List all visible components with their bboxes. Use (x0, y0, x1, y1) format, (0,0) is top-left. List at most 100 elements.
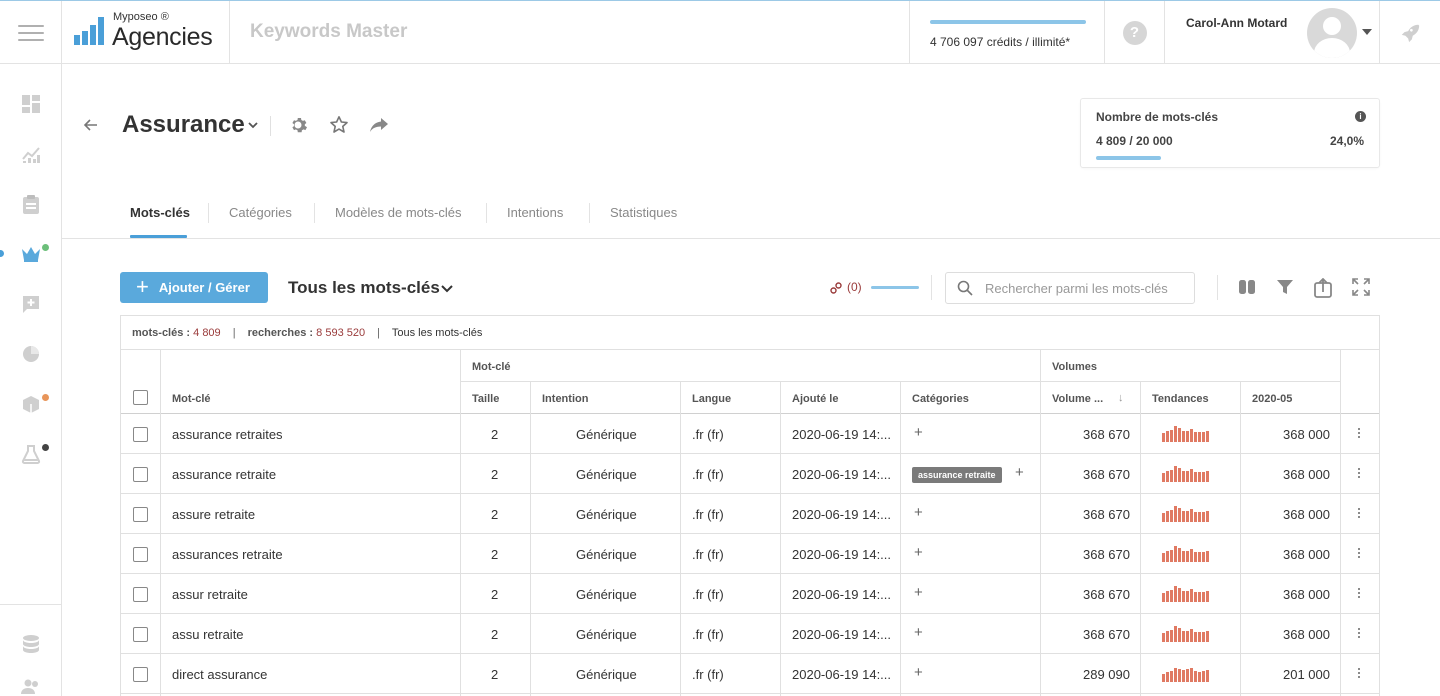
sidebar-item-users[interactable] (0, 674, 61, 696)
tab-bar: Mots-clés Catégories Modèles de mots-clé… (62, 190, 1440, 239)
intent-cell[interactable]: Générique (576, 467, 637, 482)
row-menu-button[interactable] (1358, 468, 1360, 478)
row-menu-button[interactable] (1358, 668, 1360, 678)
tab-divider (589, 203, 590, 223)
tab-categories[interactable]: Catégories (229, 205, 292, 220)
col-header-added[interactable]: Ajouté le (792, 393, 838, 405)
summary-keywords-label: mots-clés : (132, 327, 191, 339)
select-all-checkbox[interactable] (133, 390, 148, 405)
keyword-cell[interactable]: assur retraite (172, 587, 248, 602)
sidebar (0, 64, 62, 696)
add-category-button[interactable]: + (914, 624, 923, 641)
chevron-down-icon[interactable] (440, 284, 454, 293)
search-input[interactable] (985, 279, 1185, 297)
row-checkbox[interactable] (133, 547, 148, 562)
row-menu-button[interactable] (1358, 548, 1360, 558)
add-manage-button[interactable]: + Ajouter / Gérer (120, 272, 268, 303)
help-button[interactable]: ? (1105, 1, 1165, 64)
intent-cell[interactable]: Générique (576, 547, 637, 562)
col-header-volume[interactable]: Volume ... (1052, 393, 1103, 405)
sidebar-item-add-report[interactable] (0, 292, 61, 316)
avatar[interactable] (1307, 8, 1357, 58)
sidebar-item-dashboard[interactable] (0, 92, 61, 116)
sidebar-item-database[interactable] (0, 632, 61, 656)
col-header-trends[interactable]: Tendances (1152, 393, 1209, 405)
trend-bar (1178, 669, 1181, 682)
col-header-size[interactable]: Taille (472, 393, 499, 405)
row-menu-button[interactable] (1358, 628, 1360, 638)
keyword-cell[interactable]: assu retraite (172, 627, 244, 642)
user-menu[interactable]: Carol-Ann Motard (1165, 1, 1380, 64)
month-volume-cell: 368 000 (1283, 587, 1330, 602)
trend-bar (1170, 630, 1173, 642)
tab-keywords[interactable]: Mots-clés (130, 205, 190, 220)
trend-bar (1182, 591, 1185, 602)
rocket-button[interactable] (1380, 1, 1440, 64)
keyword-cell[interactable]: assurances retraite (172, 547, 283, 562)
category-badge[interactable]: assurance retraite (912, 467, 1002, 483)
sidebar-item-analytics[interactable] (0, 142, 61, 166)
col-divider (1140, 381, 1141, 696)
back-arrow-icon[interactable] (83, 117, 99, 133)
tab-intents[interactable]: Intentions (507, 205, 563, 220)
keyword-search[interactable] (945, 272, 1195, 304)
sidebar-item-share-of-voice[interactable] (0, 342, 61, 366)
user-name: Carol-Ann Motard (1186, 16, 1288, 30)
gear-icon[interactable] (288, 115, 308, 135)
sort-desc-icon[interactable]: ↓ (1118, 392, 1124, 404)
row-checkbox[interactable] (133, 427, 148, 442)
links-progress-bar (871, 286, 919, 289)
add-category-button[interactable]: + (914, 584, 923, 601)
col-header-categories[interactable]: Catégories (912, 393, 969, 405)
info-icon[interactable]: i (1355, 111, 1366, 122)
tab-statistics[interactable]: Statistiques (610, 205, 677, 220)
size-cell: 2 (491, 427, 499, 442)
col-header-keyword[interactable]: Mot-clé (172, 393, 211, 405)
fullscreen-icon[interactable] (1352, 278, 1370, 296)
columns-icon[interactable] (1238, 278, 1256, 296)
keyword-cell[interactable]: assurance retraites (172, 427, 283, 442)
add-category-button[interactable]: + (914, 544, 923, 561)
intent-cell[interactable]: Générique (576, 427, 637, 442)
col-header-language[interactable]: Langue (692, 393, 731, 405)
trend-bar (1182, 551, 1185, 562)
keyword-cell[interactable]: direct assurance (172, 667, 267, 682)
row-checkbox[interactable] (133, 587, 148, 602)
export-icon[interactable] (1313, 278, 1333, 298)
row-checkbox[interactable] (133, 467, 148, 482)
intent-cell[interactable]: Générique (576, 507, 637, 522)
add-category-button[interactable]: + (1015, 464, 1024, 481)
sidebar-item-products[interactable] (0, 392, 61, 416)
caret-down-icon[interactable] (1362, 29, 1372, 35)
row-checkbox[interactable] (133, 507, 148, 522)
keyword-cell[interactable]: assurance retraite (172, 467, 276, 482)
share-arrow-icon[interactable] (369, 115, 389, 135)
sidebar-item-reports[interactable] (0, 192, 61, 216)
add-category-button[interactable]: + (914, 504, 923, 521)
row-checkbox[interactable] (133, 627, 148, 642)
intent-cell[interactable]: Générique (576, 587, 637, 602)
tab-keyword-templates[interactable]: Modèles de mots-clés (335, 205, 461, 220)
trend-bar (1182, 511, 1185, 522)
links-count[interactable]: (0) (847, 280, 862, 294)
add-category-button[interactable]: + (914, 424, 923, 441)
filter-icon[interactable] (1276, 278, 1294, 296)
menu-toggle-button[interactable] (0, 1, 62, 64)
add-category-button[interactable]: + (914, 664, 923, 681)
sidebar-item-keywords[interactable] (0, 242, 61, 266)
row-checkbox[interactable] (133, 667, 148, 682)
project-title[interactable]: Assurance (122, 111, 245, 139)
keyword-cell[interactable]: assure retraite (172, 507, 255, 522)
keyword-filter-select[interactable]: Tous les mots-clés (288, 278, 440, 298)
row-menu-button[interactable] (1358, 508, 1360, 518)
col-header-month[interactable]: 2020-05 (1252, 393, 1292, 405)
sidebar-item-lab[interactable] (0, 442, 61, 466)
star-icon[interactable] (329, 115, 349, 135)
chevron-down-icon[interactable] (247, 121, 259, 129)
row-menu-button[interactable] (1358, 588, 1360, 598)
brand-logo[interactable]: Myposeo ® Agencies (62, 1, 230, 64)
col-header-intent[interactable]: Intention (542, 393, 588, 405)
intent-cell[interactable]: Générique (576, 627, 637, 642)
intent-cell[interactable]: Générique (576, 667, 637, 682)
row-menu-button[interactable] (1358, 428, 1360, 438)
